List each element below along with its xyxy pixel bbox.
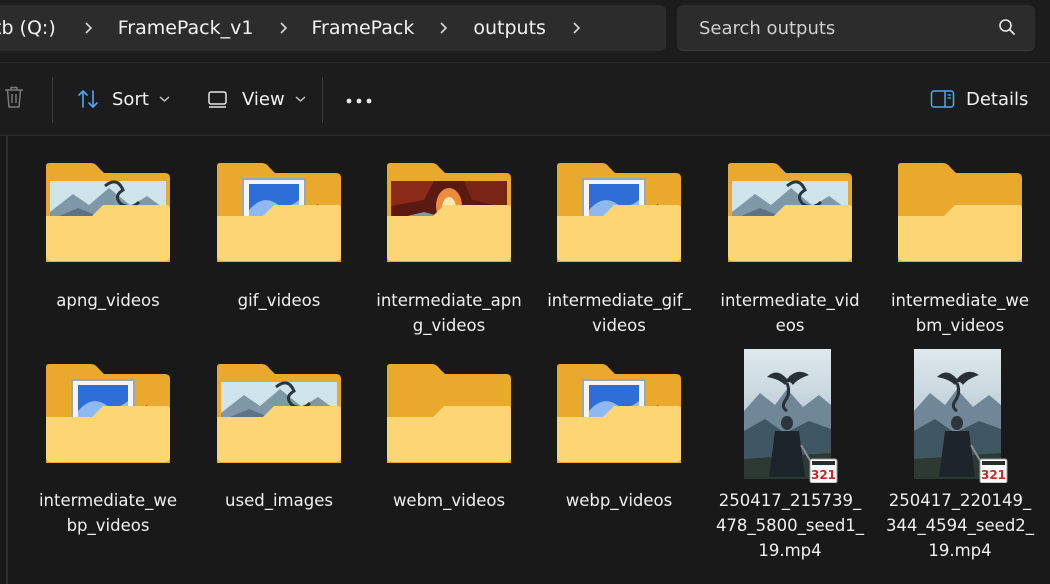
- sort-label: Sort: [112, 88, 149, 110]
- video-thumbnail: 321: [875, 349, 1045, 484]
- item-label: gif_videos: [237, 291, 321, 310]
- view-button[interactable]: View: [207, 79, 306, 119]
- breadcrumb-framepack[interactable]: FramePack: [311, 17, 414, 39]
- nav-pane-edge: [6, 136, 8, 584]
- item-label: intermediate_gif_ videos: [547, 291, 691, 335]
- more-options-button[interactable]: [345, 79, 373, 119]
- delete-button[interactable]: [2, 79, 26, 119]
- chevron-right-icon[interactable]: [437, 21, 451, 35]
- breadcrumb-outputs[interactable]: outputs: [473, 17, 546, 39]
- chevron-down-icon: [159, 95, 170, 103]
- details-label: Details: [966, 88, 1029, 110]
- item-label: intermediate_apn g_videos: [376, 291, 522, 335]
- search-box[interactable]: [677, 5, 1035, 51]
- details-pane-icon: [930, 89, 955, 109]
- item-label: webp_videos: [565, 491, 673, 510]
- toolbar-separator: [52, 77, 53, 123]
- more-icon: [345, 89, 373, 110]
- view-icon: [207, 89, 229, 109]
- item-label: 250417_220149_ 344_4594_seed2_ 19.mp4: [885, 491, 1035, 560]
- view-label: View: [242, 88, 285, 110]
- video-thumbnail: 321: [705, 349, 875, 484]
- folder-icon: [23, 351, 193, 485]
- item-label: apng_videos: [56, 291, 160, 310]
- breadcrumb-drive[interactable]: tb (Q:): [0, 17, 56, 39]
- chevron-right-icon[interactable]: [277, 21, 291, 35]
- chevron-right-icon[interactable]: [570, 21, 584, 35]
- item-label: intermediate_we bp_videos: [38, 491, 178, 535]
- svg-text:321: 321: [811, 468, 836, 482]
- folder-icon: [875, 150, 1045, 284]
- folder-icon: [534, 150, 704, 284]
- item-label: used_images: [225, 491, 333, 510]
- breadcrumb[interactable]: tb (Q:) FramePack_v1 FramePack outputs: [0, 5, 666, 51]
- folder-icon: [705, 150, 875, 284]
- command-bar: Sort View Details: [0, 63, 1050, 135]
- item-label: intermediate_we bm_videos: [890, 291, 1030, 335]
- sort-icon: [76, 87, 100, 111]
- divider: [0, 135, 1050, 136]
- item-label: 250417_215739_ 478_5800_seed1_ 19.mp4: [715, 491, 865, 560]
- folder-icon: [534, 351, 704, 485]
- item-label: intermediate_vid eos: [720, 291, 860, 335]
- breadcrumb-framepack-v1[interactable]: FramePack_v1: [118, 17, 254, 39]
- folder-icon: [23, 150, 193, 284]
- toolbar-separator: [322, 77, 323, 123]
- chevron-down-icon: [295, 95, 306, 103]
- chevron-right-icon[interactable]: [82, 21, 96, 35]
- folder-icon: [364, 150, 534, 284]
- folder-icon: [194, 351, 364, 485]
- folder-icon: [364, 351, 534, 485]
- trash-icon: [2, 84, 26, 115]
- search-icon[interactable]: [998, 18, 1016, 40]
- item-label: webm_videos: [392, 491, 506, 510]
- svg-text:321: 321: [981, 468, 1006, 482]
- sort-button[interactable]: Sort: [76, 79, 170, 119]
- folder-icon: [194, 150, 364, 284]
- details-button[interactable]: Details: [930, 79, 1028, 119]
- search-input[interactable]: [699, 5, 989, 51]
- address-bar: tb (Q:) FramePack_v1 FramePack outputs: [0, 0, 1050, 60]
